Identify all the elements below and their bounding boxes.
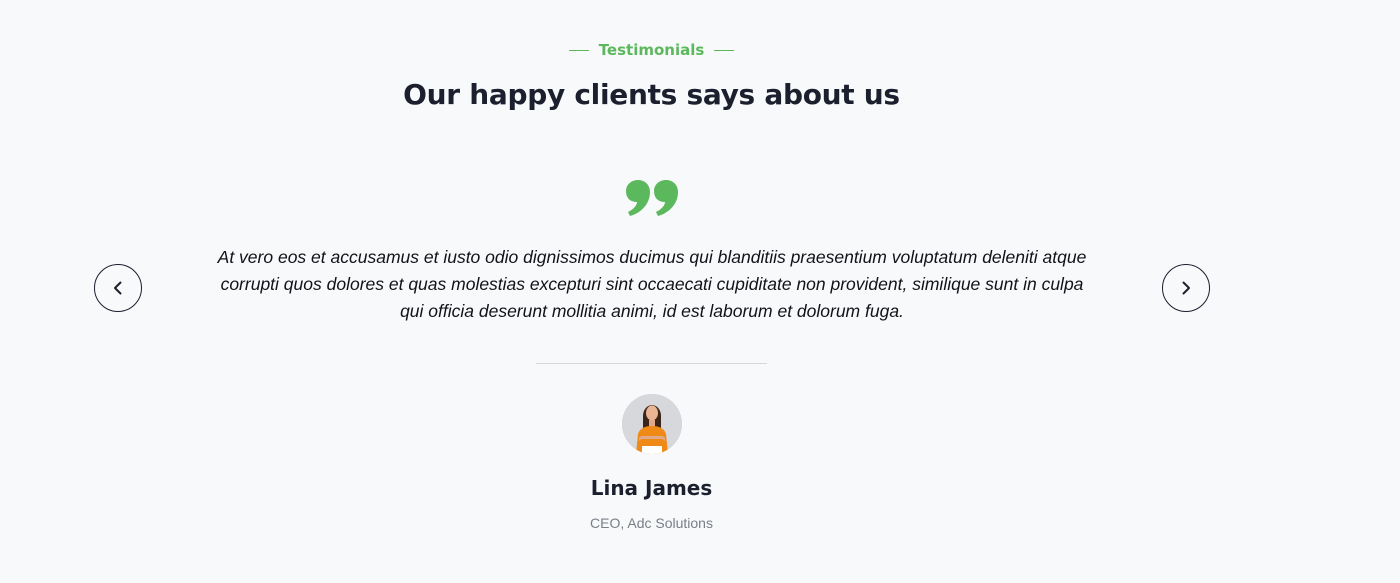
next-testimonial-button[interactable] bbox=[1162, 264, 1210, 312]
testimonials-section: Testimonials Our happy clients says abou… bbox=[0, 0, 1400, 583]
quote-icon bbox=[626, 180, 678, 216]
prev-testimonial-button[interactable] bbox=[94, 264, 142, 312]
author-name: Lina James bbox=[590, 476, 713, 500]
section-eyebrow: Testimonials bbox=[0, 41, 1303, 59]
testimonial-quote: At vero eos et accusamus et iusto odio d… bbox=[217, 247, 1087, 321]
chevron-left-icon bbox=[114, 281, 122, 295]
divider bbox=[536, 363, 767, 364]
chevron-right-icon bbox=[1182, 281, 1190, 295]
eyebrow-line-left bbox=[568, 49, 589, 51]
eyebrow-label: Testimonials bbox=[598, 41, 705, 59]
section-title: Our happy clients says about us bbox=[403, 78, 900, 111]
author-role: CEO, Adc Solutions bbox=[590, 515, 713, 531]
avatar bbox=[622, 394, 682, 454]
eyebrow-line-right bbox=[714, 49, 735, 51]
avatar-image bbox=[622, 394, 682, 454]
